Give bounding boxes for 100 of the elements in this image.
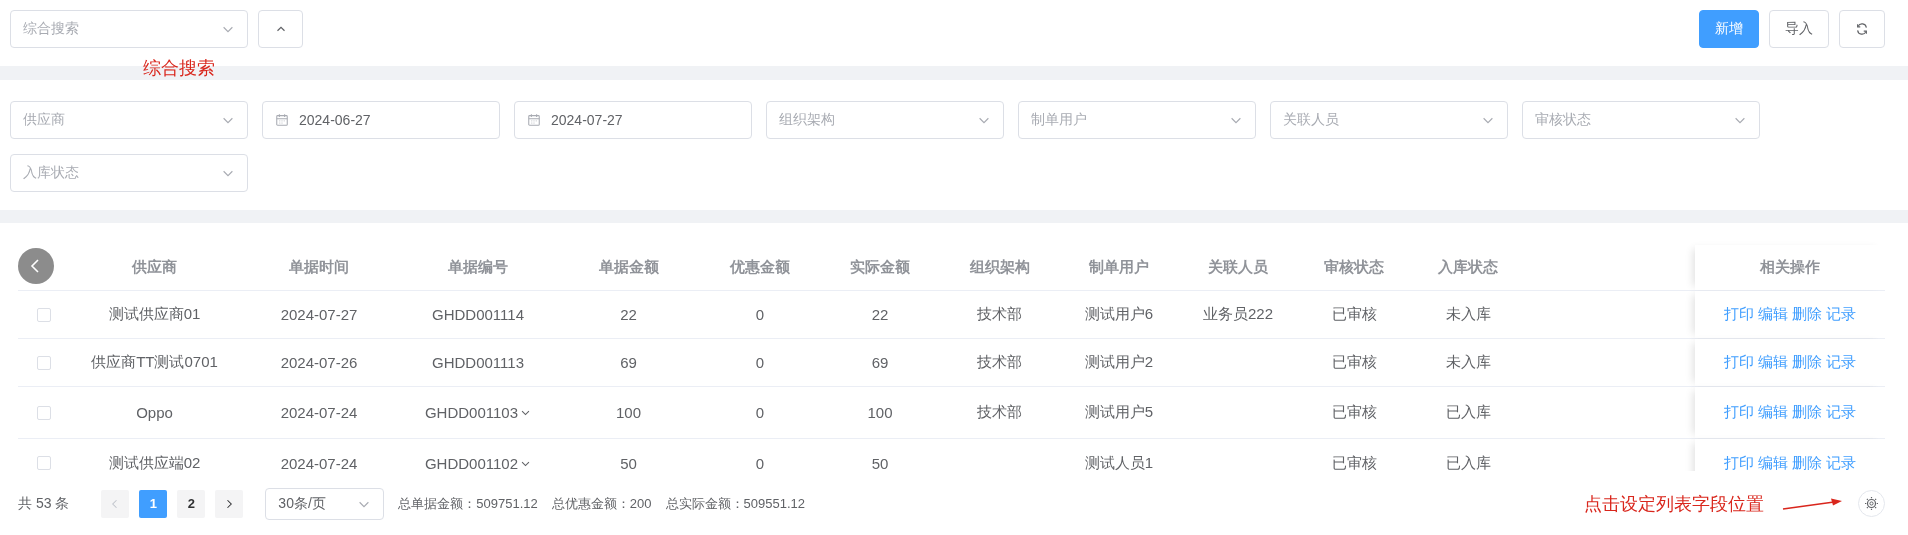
column-header: 供应商 [132, 258, 177, 277]
refresh-icon [1855, 22, 1869, 36]
action-link[interactable]: 打印 [1724, 403, 1754, 422]
table-cell: 测试用户2 [1084, 353, 1154, 372]
column-header: 关联人员 [1208, 258, 1268, 277]
table-cell: 测试用户5 [1084, 403, 1154, 422]
page-button[interactable]: 2 [177, 489, 206, 518]
prev-page-button[interactable] [101, 489, 130, 518]
column-header: 审核状态 [1324, 258, 1384, 277]
filter-select[interactable]: 关联人员 [1270, 101, 1508, 139]
filter-select[interactable]: 制单用户 [1018, 101, 1256, 139]
table-cell: 测试供应商01 [108, 305, 201, 324]
summary-text: 总单据金额：509751.12 [398, 494, 538, 513]
action-link[interactable]: 记录 [1826, 353, 1856, 372]
table-cell: Oppo [136, 404, 173, 421]
column-header: 优惠金额 [730, 258, 790, 277]
action-link[interactable]: 打印 [1724, 305, 1754, 324]
action-link[interactable]: 删除 [1792, 453, 1822, 471]
table-cell: 未入库 [1445, 305, 1491, 324]
table-cell: 0 [755, 354, 765, 371]
table-cell: 已审核 [1331, 305, 1377, 324]
action-link[interactable]: 编辑 [1758, 305, 1788, 324]
table-cell: 已入库 [1445, 403, 1491, 422]
table-cell: 2024-07-26 [280, 354, 358, 371]
table-cell: 0 [755, 454, 765, 471]
action-link[interactable]: 编辑 [1758, 453, 1788, 471]
table-cell: 0 [755, 404, 765, 421]
action-link[interactable]: 记录 [1826, 453, 1856, 471]
table-cell: 69 [871, 354, 889, 371]
action-link[interactable]: 删除 [1792, 353, 1822, 372]
table-cell: 未入库 [1445, 353, 1491, 372]
table-cell: 已审核 [1331, 453, 1377, 471]
filter-select[interactable]: 审核状态 [1522, 101, 1760, 139]
column-header: 单据编号 [448, 258, 508, 277]
table-cell: 技术部 [977, 353, 1022, 372]
row-checkbox[interactable] [37, 307, 51, 322]
column-header: 相关操作 [1760, 258, 1820, 277]
filter-select[interactable]: 供应商 [10, 101, 248, 139]
next-page-button[interactable] [215, 489, 244, 518]
table-cell: 22 [871, 306, 889, 323]
table-cell: 测试供应端02 [108, 453, 201, 471]
table-cell: 69 [620, 354, 637, 371]
action-link[interactable]: 编辑 [1758, 353, 1788, 372]
table-cell: 测试用户6 [1084, 305, 1154, 324]
table-cell: 业务员222 [1203, 305, 1273, 324]
table-cell: 2024-07-24 [280, 404, 358, 421]
summary-text: 总优惠金额：200 [551, 494, 652, 513]
back-button-icon [18, 248, 54, 284]
table-cell: GHDD001114 [432, 306, 524, 323]
table-cell: 0 [755, 306, 765, 323]
table-cell: 2024-07-27 [280, 306, 358, 323]
settings-icon [1858, 490, 1885, 517]
table-cell: GHDD001102 [424, 454, 519, 471]
table-cell: 技术部 [977, 305, 1022, 324]
action-link[interactable]: 记录 [1826, 403, 1856, 422]
arrow-icon [1782, 496, 1842, 511]
row-checkbox[interactable] [37, 405, 51, 420]
refresh-button[interactable] [1839, 10, 1885, 48]
filter-select[interactable]: 入库状态 [10, 154, 248, 192]
date-field[interactable]: 2024-06-27 [262, 101, 500, 139]
calendar-icon [527, 113, 541, 127]
table-cell: 100 [616, 404, 641, 421]
search-select[interactable]: 综合搜索 [10, 10, 248, 48]
column-header: 制单用户 [1089, 258, 1149, 277]
table-cell: 22 [620, 306, 637, 323]
filter-select[interactable]: 组织架构 [766, 101, 1004, 139]
table-cell: 50 [620, 454, 637, 471]
page-size-select[interactable]: 30条/页 [265, 487, 385, 520]
column-header: 单据时间 [289, 258, 349, 277]
table-cell: GHDD001103 [424, 404, 519, 421]
table-cell: 测试人员1 [1084, 453, 1154, 471]
table-cell: 技术部 [977, 403, 1022, 422]
column-header: 实际金额 [850, 258, 910, 277]
total-count: 共 53 条 [18, 494, 70, 513]
date-field[interactable]: 2024-07-27 [514, 101, 752, 139]
table-cell: 已入库 [1445, 453, 1491, 471]
table-cell: 已审核 [1331, 403, 1377, 422]
row-checkbox[interactable] [37, 456, 51, 470]
table-cell: 50 [871, 454, 889, 471]
action-link[interactable]: 记录 [1826, 305, 1856, 324]
table-cell: 供应商TT测试0701 [91, 353, 218, 372]
action-link[interactable]: 打印 [1724, 353, 1754, 372]
table-cell: 2024-07-24 [280, 454, 358, 471]
annotation-text: 综合搜索 [143, 57, 215, 80]
annotation-text: 点击设定列表字段位置 [1584, 492, 1764, 516]
action-link[interactable]: 编辑 [1758, 403, 1788, 422]
column-header: 单据金额 [598, 258, 659, 277]
action-link[interactable]: 删除 [1792, 403, 1822, 422]
summary-text: 总实际金额：509551.12 [665, 494, 805, 513]
calendar-icon [275, 113, 289, 127]
table-cell: 100 [867, 404, 893, 421]
toolbar-button[interactable]: 新增 [1699, 10, 1759, 48]
page-button[interactable]: 1 [139, 489, 168, 518]
toolbar-button[interactable]: 导入 [1769, 10, 1829, 48]
collapse-button[interactable] [258, 10, 303, 48]
column-header: 入库状态 [1438, 258, 1498, 277]
column-header: 组织架构 [969, 258, 1030, 277]
row-checkbox[interactable] [37, 355, 51, 370]
action-link[interactable]: 打印 [1724, 453, 1754, 471]
action-link[interactable]: 删除 [1792, 305, 1822, 324]
